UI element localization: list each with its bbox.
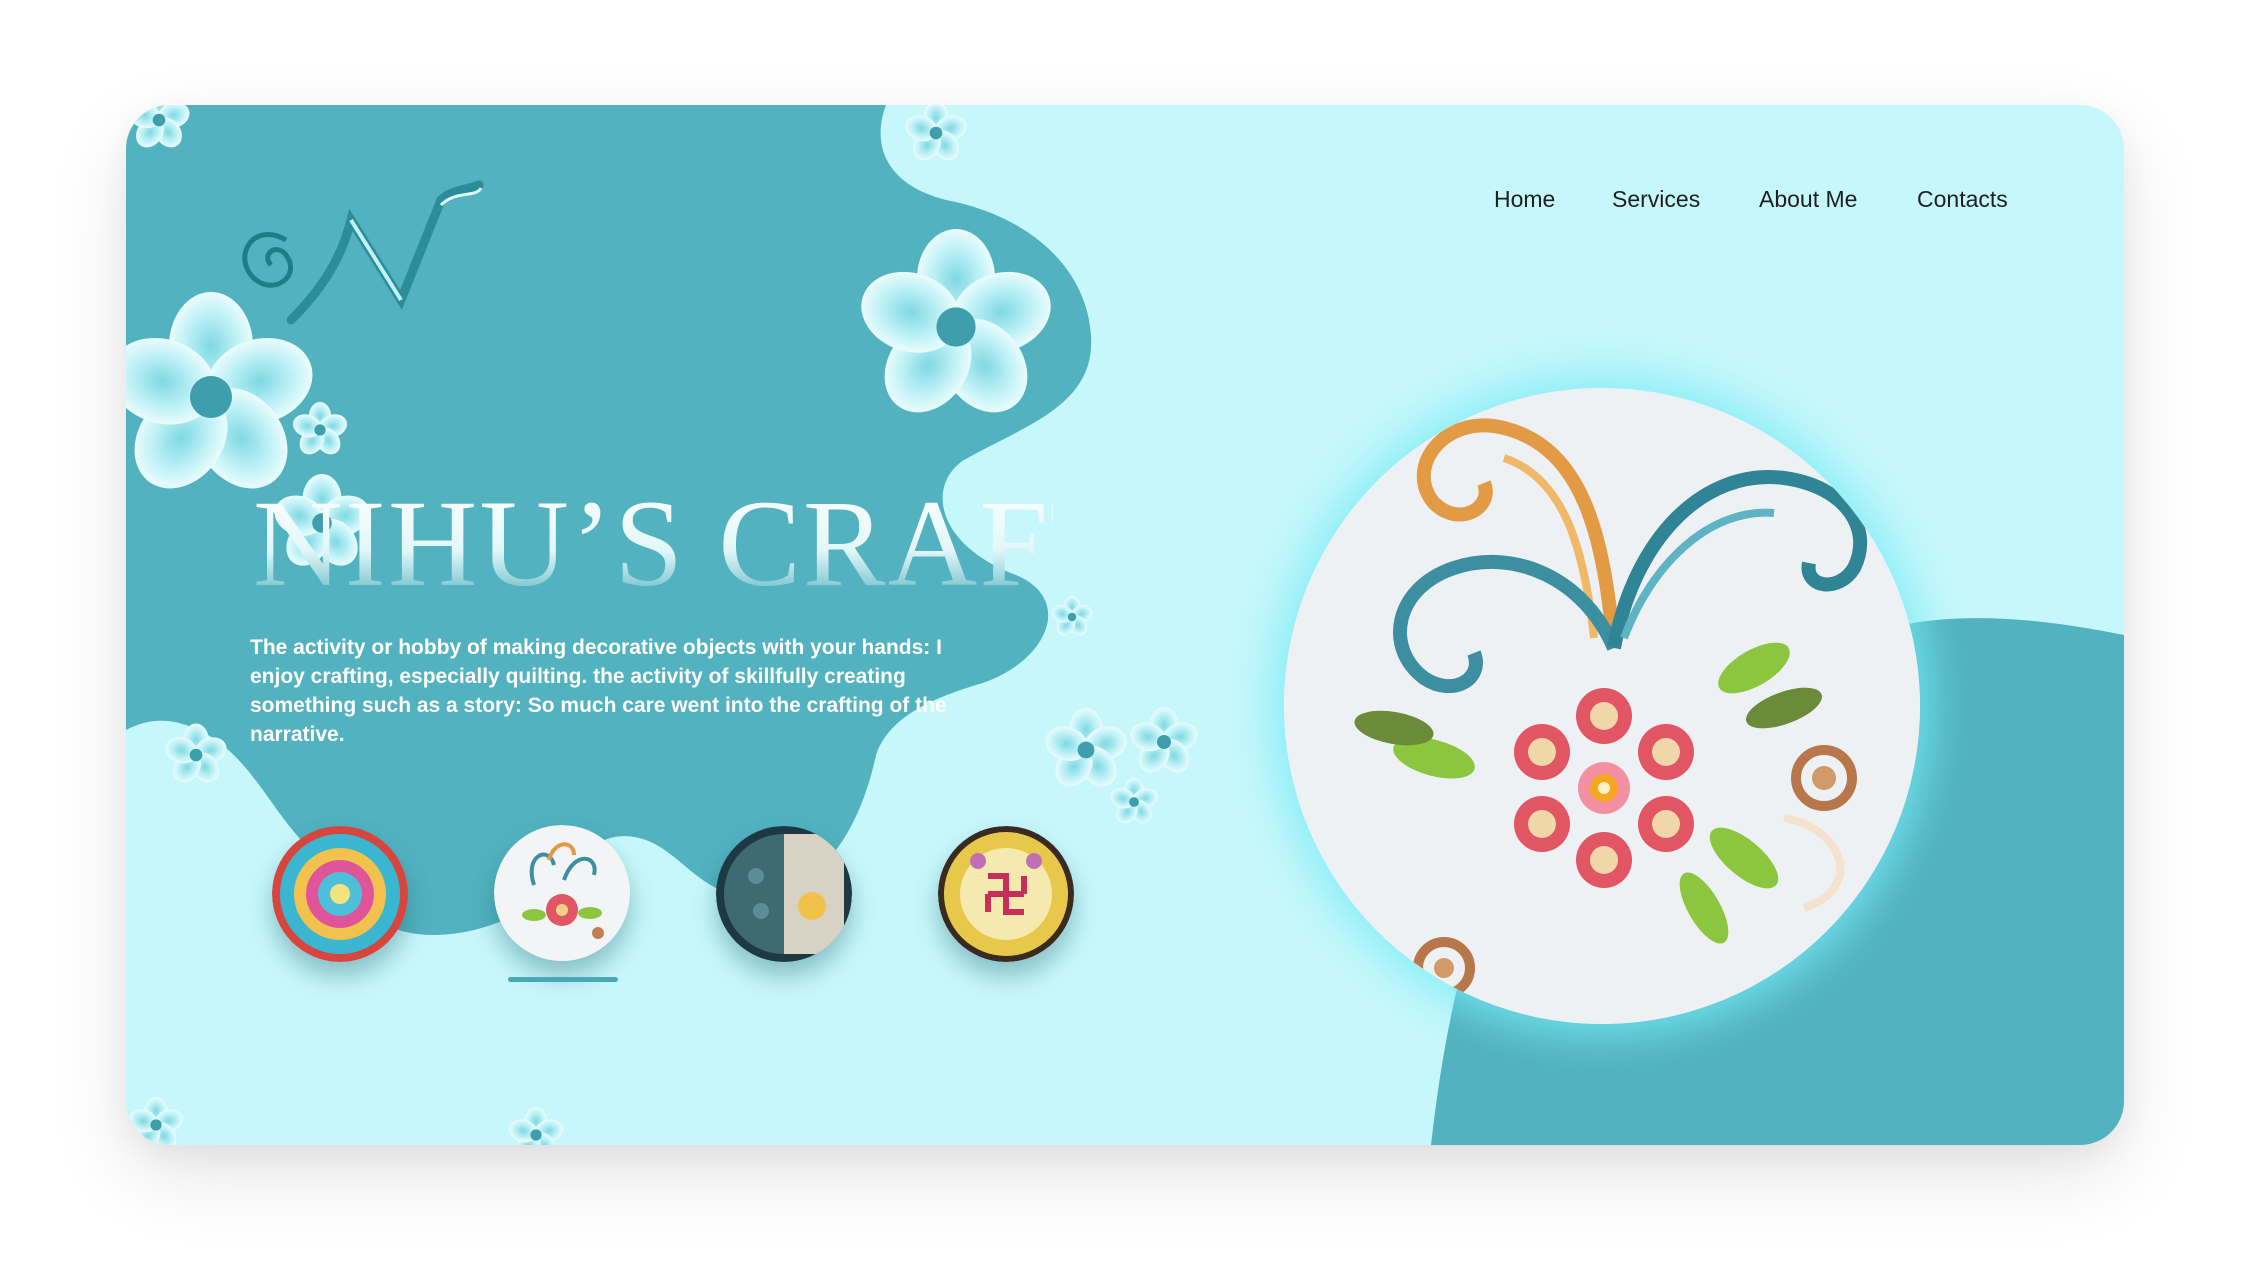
n-monogram-icon: [242, 180, 484, 325]
main-nav: Home Services About Me Contacts: [1494, 186, 2094, 226]
hero-title: NIHU’S CRAFT: [253, 475, 1128, 612]
landing-card: Home Services About Me Contacts NIHU’S C…: [126, 105, 2124, 1145]
nav-home-link[interactable]: Home: [1494, 186, 1555, 213]
thumbnail-mandala[interactable]: [272, 826, 408, 962]
swastik-quilling-icon: [938, 826, 1074, 962]
hero-quilling-image: [1284, 388, 1920, 1024]
hero-description: The activity or hobby of making decorati…: [250, 636, 947, 746]
nav-about-me-link[interactable]: About Me: [1759, 186, 1857, 213]
thumbnail-peacock[interactable]: [716, 826, 852, 962]
nav-services-link[interactable]: Services: [1612, 186, 1700, 213]
floral-quilling-icon: [494, 825, 630, 961]
peacock-quilling-icon: [716, 826, 852, 962]
thumbnail-swastik[interactable]: [938, 826, 1074, 962]
quilling-artwork-illustration: [1284, 388, 1920, 1024]
thumbnail-floral[interactable]: [494, 825, 630, 961]
nav-contacts-link[interactable]: Contacts: [1917, 186, 2008, 213]
logo[interactable]: [231, 180, 491, 330]
selected-thumbnail-indicator: [508, 977, 618, 982]
mandala-quilling-icon: [272, 826, 408, 962]
